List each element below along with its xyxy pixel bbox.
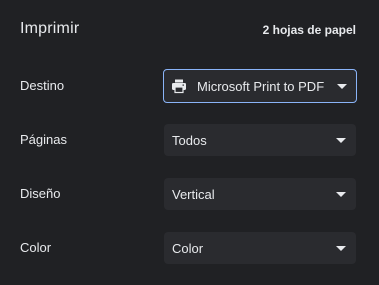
destination-label: Destino (20, 78, 65, 93)
chevron-down-icon (336, 192, 346, 197)
pages-select[interactable]: Todos (164, 124, 356, 156)
layout-label: Diseño (20, 186, 61, 201)
destination-row: Destino Microsoft Print to PDF (0, 68, 379, 104)
color-row: Color Color (0, 230, 379, 266)
print-settings-panel: Imprimir 2 hojas de papel Destino Micros… (0, 0, 379, 285)
sheet-count: 2 hojas de papel (262, 23, 356, 37)
chevron-down-icon (336, 138, 346, 143)
printer-icon (172, 79, 186, 94)
color-select[interactable]: Color (164, 232, 356, 264)
destination-select[interactable]: Microsoft Print to PDF (163, 69, 357, 103)
print-header: Imprimir 2 hojas de papel (0, 0, 379, 62)
pages-value: Todos (172, 133, 207, 148)
pages-label: Páginas (20, 132, 67, 147)
color-value: Color (172, 241, 204, 256)
color-label: Color (20, 240, 52, 255)
layout-row: Diseño Vertical (0, 176, 379, 212)
chevron-down-icon (337, 84, 347, 89)
page-title: Imprimir (20, 20, 80, 37)
chevron-down-icon (336, 246, 346, 251)
destination-value: Microsoft Print to PDF (197, 79, 325, 94)
layout-value: Vertical (172, 187, 215, 202)
layout-select[interactable]: Vertical (164, 178, 356, 210)
pages-row: Páginas Todos (0, 122, 379, 158)
